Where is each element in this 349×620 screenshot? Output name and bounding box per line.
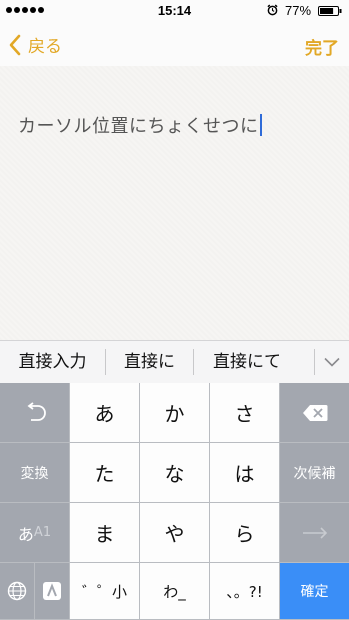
candidate-item[interactable]: 直接に (106, 341, 193, 383)
app-keyboard-icon (43, 582, 61, 600)
undo-icon (27, 401, 46, 421)
key-ka[interactable]: か (140, 383, 210, 443)
key-a[interactable]: あ (70, 383, 140, 443)
key-na[interactable]: な (140, 443, 210, 503)
chevron-down-icon (323, 357, 340, 367)
delete-key[interactable] (280, 383, 349, 443)
next-candidate-key[interactable]: 次候補 (280, 443, 349, 503)
battery-percentage: 77% (285, 3, 312, 18)
keyboard-switch-key[interactable] (35, 563, 70, 620)
mode-alpha-label: A1 (33, 525, 52, 540)
confirm-key[interactable]: 確定 (280, 563, 349, 620)
alarm-clock-icon (267, 4, 278, 16)
key-ta[interactable]: た (70, 443, 140, 503)
status-bar: 15:14 77% (0, 0, 349, 22)
back-button[interactable]: 戻る (8, 32, 62, 57)
candidate-bar: 直接入力 直接に 直接にて (0, 340, 349, 383)
key-sa[interactable]: さ (210, 383, 280, 443)
japanese-keyboard: あ か さ 変換 た な は 次候補 あ A1 ま や ら ゛゜小 わ_ 、。?… (0, 383, 349, 620)
cursor-right-key[interactable] (280, 503, 349, 563)
done-button[interactable]: 完了 (305, 34, 339, 59)
arrow-right-icon (302, 526, 327, 539)
undo-key[interactable] (0, 383, 70, 443)
candidate-item[interactable]: 直接入力 (0, 341, 105, 383)
battery-icon (318, 6, 342, 16)
note-text: カーソル位置にちょくせつに (18, 116, 259, 137)
back-label: 戻る (28, 37, 62, 57)
candidate-item[interactable]: 直接にて (194, 341, 300, 383)
note-text-area[interactable]: カーソル位置にちょくせつに (0, 66, 349, 340)
text-cursor (259, 114, 262, 136)
key-dakuten[interactable]: ゛゜小 (70, 563, 140, 620)
delete-backspace-icon (302, 404, 327, 421)
convert-key[interactable]: 変換 (0, 443, 70, 503)
key-ha[interactable]: は (210, 443, 280, 503)
expand-candidates-button[interactable] (314, 341, 349, 383)
input-mode-key[interactable]: あ A1 (0, 503, 70, 563)
key-ma[interactable]: ま (70, 503, 140, 563)
chevron-left-icon (9, 34, 21, 55)
globe-icon (7, 581, 27, 601)
mode-kana-label: あ (17, 524, 34, 544)
key-ra[interactable]: ら (210, 503, 280, 563)
navigation-bar: 戻る 完了 (0, 22, 349, 66)
key-punctuation[interactable]: 、。?! (210, 563, 280, 620)
key-wa[interactable]: わ_ (140, 563, 210, 620)
key-ya[interactable]: や (140, 503, 210, 563)
globe-key[interactable] (0, 563, 35, 620)
